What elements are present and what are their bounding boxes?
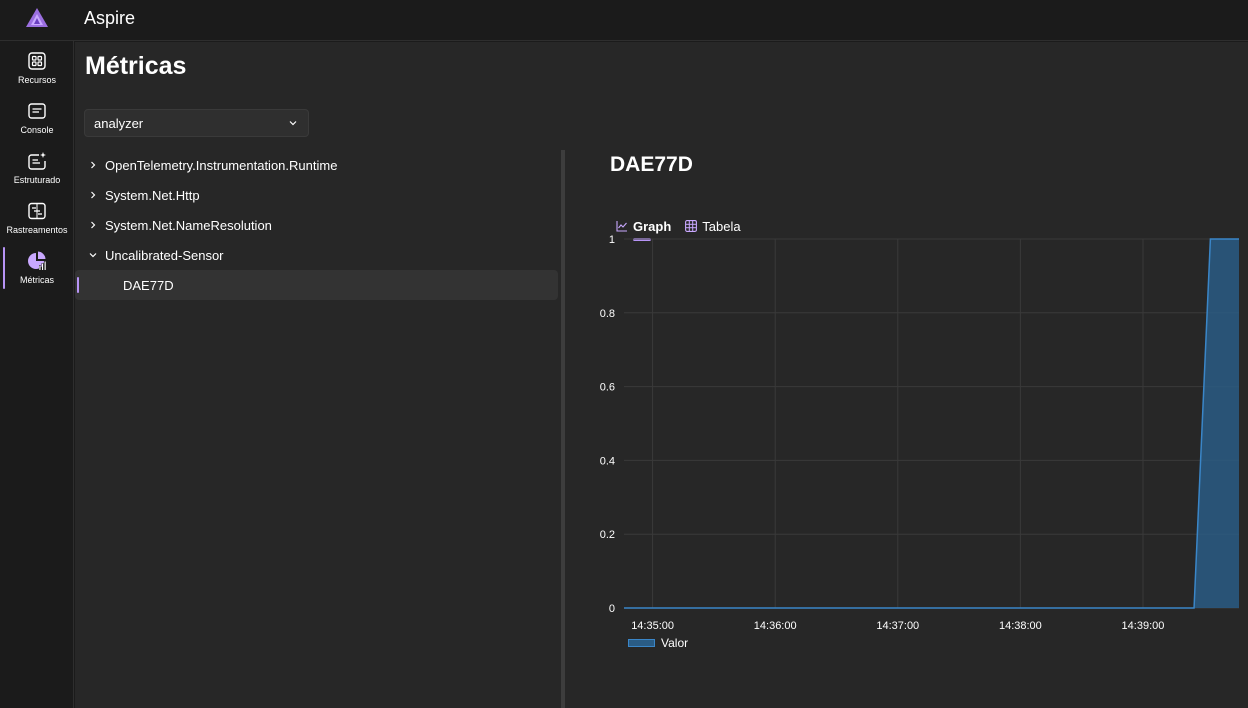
chevron-down-icon [289, 121, 297, 126]
tree-item-runtime[interactable]: OpenTelemetry.Instrumentation.Runtime [75, 150, 559, 180]
y-tick-label: 0.2 [600, 529, 615, 541]
resource-select-value: analyzer [94, 115, 144, 131]
resource-select[interactable]: analyzer [84, 109, 309, 137]
chevron-right-icon [91, 221, 96, 229]
y-tick-label: 0.4 [600, 455, 615, 467]
console-icon [28, 103, 46, 119]
nav-label-console: Console [20, 125, 54, 135]
side-nav: Recursos Console Estruturado Rastreament… [0, 41, 74, 708]
x-tick-label: 14:39:00 [1122, 620, 1165, 632]
tree-item-net-http[interactable]: System.Net.Http [75, 180, 559, 210]
tree-item-label: OpenTelemetry.Instrumentation.Runtime [105, 157, 338, 173]
tree-item-name-resolution[interactable]: System.Net.NameResolution [75, 210, 559, 240]
nav-label-traces: Rastreamentos [6, 225, 68, 235]
nav-item-console[interactable]: Console [0, 91, 74, 141]
aspire-logo-icon[interactable] [0, 0, 74, 38]
nav-label-resources: Recursos [17, 75, 56, 85]
tree-item-label: System.Net.Http [105, 187, 200, 203]
legend-swatch [628, 639, 655, 647]
structured-logs-icon [28, 152, 46, 170]
tree-item-label: Uncalibrated-Sensor [105, 247, 224, 263]
nav-label-structured: Estruturado [13, 175, 61, 185]
traces-icon [28, 202, 46, 220]
app-header: Aspire [0, 0, 1248, 41]
x-tick-label: 14:37:00 [876, 620, 919, 632]
nav-item-structured[interactable]: Estruturado [0, 141, 74, 191]
meter-tree: OpenTelemetry.Instrumentation.Runtime Sy… [75, 150, 559, 300]
nav-item-resources[interactable]: Recursos [0, 41, 74, 91]
metric-chart[interactable]: 0 0.2 0.4 0.6 0.8 1 14:35:00 14:36:00 14:37:00 14… [565, 212, 1248, 682]
chart-legend[interactable]: Valor [628, 636, 688, 650]
tree-item-uncalibrated-sensor[interactable]: Uncalibrated-Sensor [75, 240, 559, 270]
series-line [624, 238, 1239, 609]
page-title: Métricas [85, 52, 187, 80]
tree-item-dae77d[interactable]: DAE77D [75, 270, 558, 300]
chevron-right-icon [91, 191, 96, 199]
x-tick-label: 14:35:00 [631, 620, 674, 632]
metrics-icon [28, 251, 46, 270]
grid-icon [28, 52, 46, 70]
tree-item-label: System.Net.NameResolution [105, 217, 272, 233]
chevron-down-icon [89, 253, 97, 258]
main-content: Métricas analyzer OpenTelemetry.Instrume… [75, 42, 1248, 708]
nav-label-metrics: Métricas [19, 275, 54, 285]
instrument-title: DAE77D [610, 153, 693, 176]
app-title: Aspire [84, 8, 136, 28]
y-tick-label: 0.8 [600, 308, 615, 320]
legend-label: Valor [661, 636, 689, 650]
nav-item-traces[interactable]: Rastreamentos [0, 191, 74, 241]
chevron-right-icon [91, 161, 96, 169]
x-tick-label: 14:38:00 [999, 620, 1042, 632]
tree-leaf-label: DAE77D [123, 277, 174, 293]
series-area [624, 239, 1239, 608]
y-tick-label: 0 [609, 603, 615, 615]
x-tick-label: 14:36:00 [754, 620, 797, 632]
y-tick-label: 0.6 [600, 382, 615, 394]
y-tick-label: 1 [609, 234, 615, 246]
nav-item-metrics[interactable]: Métricas [0, 241, 74, 291]
